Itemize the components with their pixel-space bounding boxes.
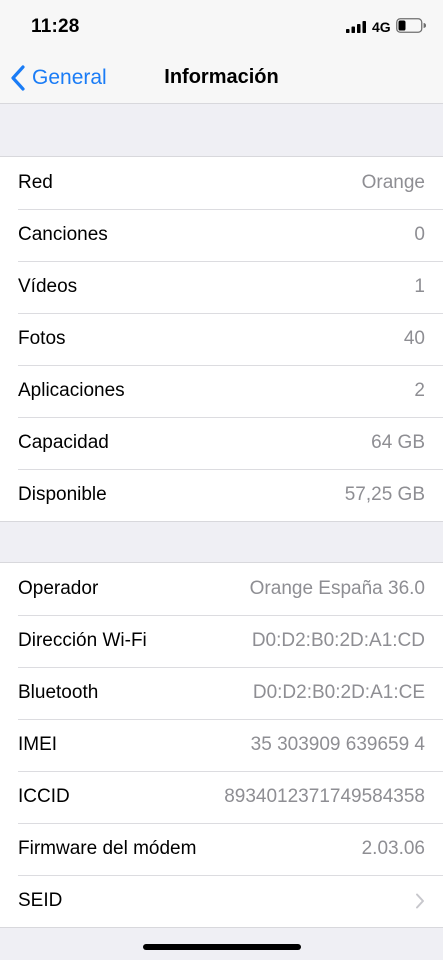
row-label: Vídeos [18, 276, 78, 297]
row-label: Aplicaciones [18, 380, 125, 401]
row-label: IMEI [18, 734, 58, 755]
row-apps: Aplicaciones 2 [0, 365, 443, 417]
row-capacity: Capacidad 64 GB [0, 417, 443, 469]
row-videos: Vídeos 1 [0, 261, 443, 313]
network-type: 4G [372, 19, 391, 35]
row-label: Red [18, 172, 53, 193]
row-value: 0 [414, 224, 425, 245]
row-label: Operador [18, 578, 99, 599]
row-value: 35 303909 639659 4 [250, 734, 425, 755]
row-value: D0:D2:B0:2D:A1:CE [252, 682, 425, 703]
row-label: Capacidad [18, 432, 109, 453]
row-label: Bluetooth [18, 682, 99, 703]
row-label: Canciones [18, 224, 108, 245]
status-time: 11:28 [31, 16, 80, 37]
row-value: 64 GB [371, 432, 425, 453]
row-label: Firmware del módem [18, 838, 197, 859]
row-value: 2.03.06 [361, 838, 425, 859]
row-available: Disponible 57,25 GB [0, 469, 443, 521]
row-modem-firmware: Firmware del módem 2.03.06 [0, 823, 443, 875]
page-title: Información [164, 66, 279, 88]
battery-icon [396, 18, 426, 33]
usage-group: Red Orange Canciones 0 Vídeos 1 Fotos 40… [0, 156, 443, 522]
row-network: Red Orange [0, 157, 443, 209]
status-bar: 11:28 4G [0, 0, 443, 54]
row-value: 8934012371749584358 [224, 786, 425, 807]
row-value: Orange España 36.0 [249, 578, 425, 599]
home-indicator [143, 944, 301, 950]
row-carrier: Operador Orange España 36.0 [0, 563, 443, 615]
row-imei: IMEI 35 303909 639659 4 [0, 719, 443, 771]
row-photos: Fotos 40 [0, 313, 443, 365]
row-label: ICCID [18, 786, 70, 807]
identifiers-group: Operador Orange España 36.0 Dirección Wi… [0, 562, 443, 928]
row-value: D0:D2:B0:2D:A1:CD [251, 630, 425, 651]
row-value: 1 [414, 276, 425, 297]
row-label: SEID [18, 890, 63, 911]
row-wifi-address: Dirección Wi-Fi D0:D2:B0:2D:A1:CD [0, 615, 443, 667]
row-value: Orange [361, 172, 425, 193]
row-label: Fotos [18, 328, 66, 349]
row-value: 2 [414, 380, 425, 401]
row-value: 40 [403, 328, 425, 349]
chevron-right-icon [416, 893, 424, 909]
row-bluetooth: Bluetooth D0:D2:B0:2D:A1:CE [0, 667, 443, 719]
row-label: Dirección Wi-Fi [18, 630, 147, 651]
navigation-bar: General Información [0, 54, 443, 104]
row-value: 57,25 GB [344, 484, 425, 505]
row-iccid: ICCID 8934012371749584358 [0, 771, 443, 823]
signal-icon [346, 21, 366, 33]
row-songs: Canciones 0 [0, 209, 443, 261]
row-seid[interactable]: SEID [0, 875, 443, 927]
row-label: Disponible [18, 484, 107, 505]
